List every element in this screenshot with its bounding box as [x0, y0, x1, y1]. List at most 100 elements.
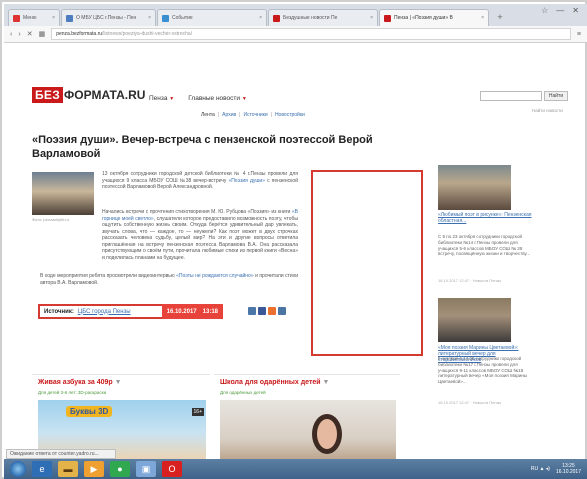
ad-banner[interactable]	[311, 170, 423, 356]
tab-favicon-icon	[273, 14, 280, 22]
sidebar-photo[interactable]	[438, 165, 511, 210]
tray-icons[interactable]: RU ▲ ◂)	[531, 466, 550, 472]
sidebar-link[interactable]: «Любимый поэт в рисунке»: Пензенская обл…	[438, 212, 538, 224]
sidebar-text: 5 октября в 14.00 сотрудники городской б…	[438, 356, 528, 385]
url-field[interactable]: penza.bezformata.ru /listnews/poeziya-du…	[51, 28, 571, 40]
browser-tab[interactable]: Событие ×	[157, 9, 267, 26]
browser-tab[interactable]: Бездушные новости Пе ×	[268, 9, 378, 26]
chevron-down-icon: ▼	[241, 96, 247, 102]
subnav-buildings[interactable]: Новостройки	[275, 112, 305, 118]
tab-close-icon[interactable]: ×	[364, 15, 373, 21]
tab-favicon-icon	[66, 14, 73, 22]
subnav-archive[interactable]: Архив	[222, 112, 236, 118]
search-hint[interactable]: Найти новости	[532, 108, 563, 113]
apps-grid-icon[interactable]: ▦	[39, 30, 46, 38]
photo-caption: Фото: penzacitylib.ru	[32, 217, 69, 222]
tab-close-icon[interactable]: ×	[253, 15, 262, 21]
browser-window: Меню × О МБУ ЦБС г.Пензы - Пен × Событие × Без…	[0, 0, 587, 479]
forward-icon[interactable]: ›	[18, 31, 20, 38]
bookmark-star-icon[interactable]: ☆	[541, 6, 548, 15]
share-buttons	[248, 307, 286, 315]
sub-nav: Лента | Архив | Источники | Новостройки	[201, 112, 305, 118]
article-link[interactable]: «Поэты не рождаются случайно»	[176, 273, 254, 279]
close-window-button[interactable]: ✕	[572, 6, 579, 15]
mail-share-icon[interactable]	[278, 307, 286, 315]
nav-city[interactable]: Пенза ▼	[149, 95, 174, 102]
tab-label: Событие	[172, 15, 193, 21]
browser-tab[interactable]: Меню ×	[8, 9, 60, 26]
widget-badge: Буквы 3D	[66, 406, 113, 417]
url-host: penza.bezformata.ru	[56, 31, 103, 37]
nav-main-news[interactable]: Главные новости ▼	[188, 95, 247, 102]
age-rating-badge: 16+	[191, 408, 204, 416]
search-button[interactable]: Найти	[544, 91, 568, 101]
widget-subtitle: Для детей 3-6 лет: 3D-раскраски	[38, 390, 107, 395]
tab-label: О МБУ ЦБС г.Пензы - Пен	[76, 15, 137, 21]
subnav-sources[interactable]: Источники	[243, 112, 267, 118]
tab-strip: Меню × О МБУ ЦБС г.Пензы - Пен × Событие × Без…	[4, 4, 587, 26]
opera-icon[interactable]: O	[162, 461, 182, 477]
new-tab-button[interactable]: +	[493, 10, 507, 24]
search-input[interactable]	[480, 91, 542, 101]
tab-favicon-icon	[384, 14, 391, 22]
taskbar: e ▬ ▶ ● ▣ O RU ▲ ◂) 13:25 16.10.2017	[4, 459, 587, 479]
window-controls: ☆ — ✕	[541, 6, 579, 15]
tab-favicon-icon	[13, 14, 20, 22]
subnav-feed[interactable]: Лента	[201, 112, 215, 118]
address-bar: ‹ › ✕ ▦ penza.bezformata.ru /listnews/po…	[4, 26, 587, 43]
picture-icon[interactable]: ▣	[136, 461, 156, 477]
chevron-down-icon: ▼	[114, 379, 122, 386]
source-link[interactable]: ЦБС города Пензы	[78, 309, 131, 315]
chevron-down-icon: ▼	[169, 96, 175, 102]
minimize-button[interactable]: —	[556, 6, 564, 15]
promo-widget[interactable]: Школа для одарённых детей ▼ Для одарённы…	[214, 374, 400, 465]
tab-label: Пенза | «Поэзия души» В	[394, 15, 453, 21]
article-title: «Поэзия души». Вечер-встреча с пензенско…	[32, 134, 373, 160]
menu-icon[interactable]: ≡	[577, 31, 581, 38]
article-photo	[32, 172, 94, 215]
widget-image[interactable]	[220, 400, 396, 465]
tab-favicon-icon	[162, 14, 169, 22]
source-bar: Источник: ЦБС города Пензы 16.10.2017 13…	[38, 304, 223, 319]
url-path: /listnews/poeziya-dushi-vecher-vstrecha/	[102, 31, 193, 37]
ie-icon[interactable]: e	[32, 461, 52, 477]
tab-close-icon[interactable]: ×	[475, 15, 484, 21]
sidebar-meta: 16.10.2017 12:47 · Новости Пензы	[438, 400, 502, 405]
sidebar-photo[interactable]	[438, 298, 511, 342]
article-paragraph-1: 13 октября сотрудники городской детской …	[102, 171, 299, 190]
tab-label: Меню	[23, 15, 37, 21]
start-button[interactable]	[10, 461, 26, 477]
tab-close-icon[interactable]: ×	[142, 15, 151, 21]
folder-icon[interactable]: ▬	[58, 461, 78, 477]
vk-share-icon[interactable]	[248, 307, 256, 315]
system-tray: RU ▲ ◂) 13:25 16.10.2017	[531, 463, 587, 475]
ok-share-icon[interactable]	[268, 307, 276, 315]
chrome-icon[interactable]: ●	[110, 461, 130, 477]
browser-tab[interactable]: О МБУ ЦБС г.Пензы - Пен ×	[61, 9, 156, 26]
facebook-share-icon[interactable]	[258, 307, 266, 315]
main-nav: Пенза ▼ Главные новости ▼	[149, 95, 247, 102]
site-logo[interactable]: БЕЗ ФОРМАТА.RU	[32, 87, 145, 103]
sidebar-text: С 9 по 23 октября сотрудники городской б…	[438, 234, 531, 257]
close-icon[interactable]: ✕	[27, 30, 33, 38]
logo-red-part: БЕЗ	[32, 87, 64, 103]
article-paragraph-2: Начались встречи с прочтения стихотворен…	[102, 209, 298, 261]
status-tooltip: Ожидание ответа от counter.yadro.ru...	[6, 449, 116, 459]
widget-subtitle: Для одарённых детей	[220, 390, 266, 395]
chevron-down-icon: ▼	[322, 379, 330, 386]
girl-portrait	[312, 414, 342, 454]
sidebar-meta: 16.10.2017 12:47 · Новости Пензы	[438, 278, 502, 283]
source-label: Источник:	[44, 308, 74, 315]
article-paragraph-3: В ходе мероприятия ребята просмотрели ви…	[40, 273, 298, 286]
browser-tab[interactable]: Пенза | «Поэзия души» В ×	[379, 9, 489, 26]
tab-close-icon[interactable]: ×	[46, 15, 55, 21]
widget-title[interactable]: Живая азбука за 409р ▼	[38, 379, 122, 386]
clock[interactable]: 13:25 16.10.2017	[556, 463, 581, 475]
article-link[interactable]: «Поэзия души»	[228, 178, 265, 184]
source-date: 16.10.2017 13:18	[161, 304, 223, 319]
media-player-icon[interactable]: ▶	[84, 461, 104, 477]
tab-label: Бездушные новости Пе	[283, 15, 338, 21]
logo-black-part: ФОРМАТА.RU	[64, 88, 146, 102]
back-icon[interactable]: ‹	[10, 31, 12, 38]
widget-title[interactable]: Школа для одарённых детей ▼	[220, 379, 329, 386]
